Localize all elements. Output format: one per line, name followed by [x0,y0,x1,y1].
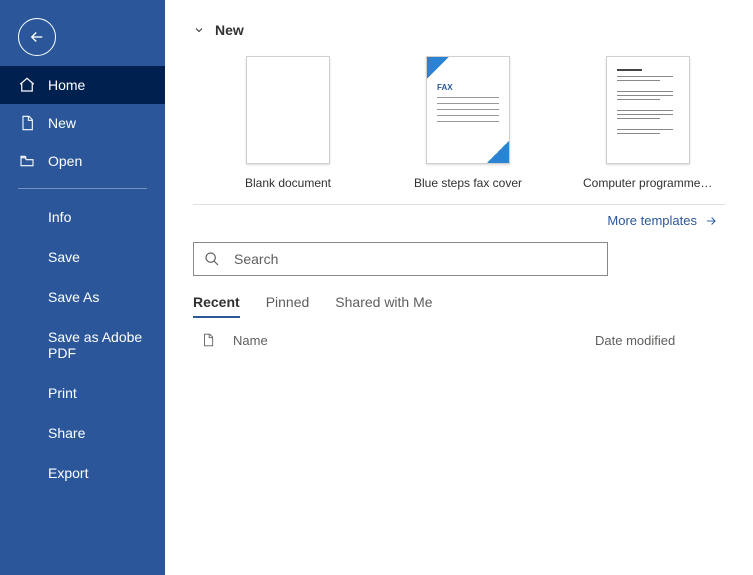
template-label: Blank document [245,176,331,190]
nav-label: New [48,115,76,131]
nav-home[interactable]: Home [0,66,165,104]
template-fax-cover[interactable]: FAX Blue steps fax cover [403,56,533,190]
template-blank-document[interactable]: Blank document [223,56,353,190]
template-label: Blue steps fax cover [414,176,522,190]
nav-new[interactable]: New [0,104,165,142]
templates-row: Blank document FAX Blue steps fax cover [193,56,725,190]
template-thumbnail [246,56,330,164]
search-box[interactable] [193,242,608,276]
home-icon [18,76,36,94]
nav-save-as-adobe-pdf[interactable]: Save as Adobe PDF [0,317,165,373]
more-templates-link[interactable]: More templates [607,213,719,228]
template-label: Computer programmer res… [583,176,713,190]
nav-save-as[interactable]: Save As [0,277,165,317]
arrow-right-icon [703,214,719,228]
folder-open-icon [18,152,36,170]
nav-share[interactable]: Share [0,413,165,453]
nav-open[interactable]: Open [0,142,165,180]
main-content: New Blank document FAX Blue steps fax co… [165,0,753,575]
more-templates-label: More templates [607,213,697,228]
tab-recent[interactable]: Recent [193,294,240,318]
template-thumbnail: FAX [426,56,510,164]
nav-label: Home [48,77,85,93]
section-title: New [215,22,244,38]
nav-info[interactable]: Info [0,197,165,237]
recent-tabs: Recent Pinned Shared with Me [193,294,725,318]
recent-list-header: Name Date modified [193,332,725,348]
section-divider [193,204,725,205]
back-button[interactable] [18,18,56,56]
sidebar-separator [18,188,147,189]
arrow-left-icon [28,28,46,46]
chevron-down-icon [193,24,205,36]
backstage-sidebar: Home New Open Info Save Save As Save as … [0,0,165,575]
column-name[interactable]: Name [223,333,595,348]
search-input[interactable] [234,251,597,267]
document-icon [18,114,36,132]
tab-shared-with-me[interactable]: Shared with Me [335,294,432,318]
file-icon [193,332,223,348]
template-programmer-resume[interactable]: Computer programmer res… [583,56,713,190]
search-icon [204,251,220,267]
section-new-header[interactable]: New [193,22,725,38]
column-date-modified[interactable]: Date modified [595,333,725,348]
nav-print[interactable]: Print [0,373,165,413]
tab-pinned[interactable]: Pinned [266,294,310,318]
nav-export[interactable]: Export [0,453,165,493]
nav-save[interactable]: Save [0,237,165,277]
template-thumbnail [606,56,690,164]
fax-thumb-text: FAX [437,83,453,92]
nav-label: Open [48,153,82,169]
